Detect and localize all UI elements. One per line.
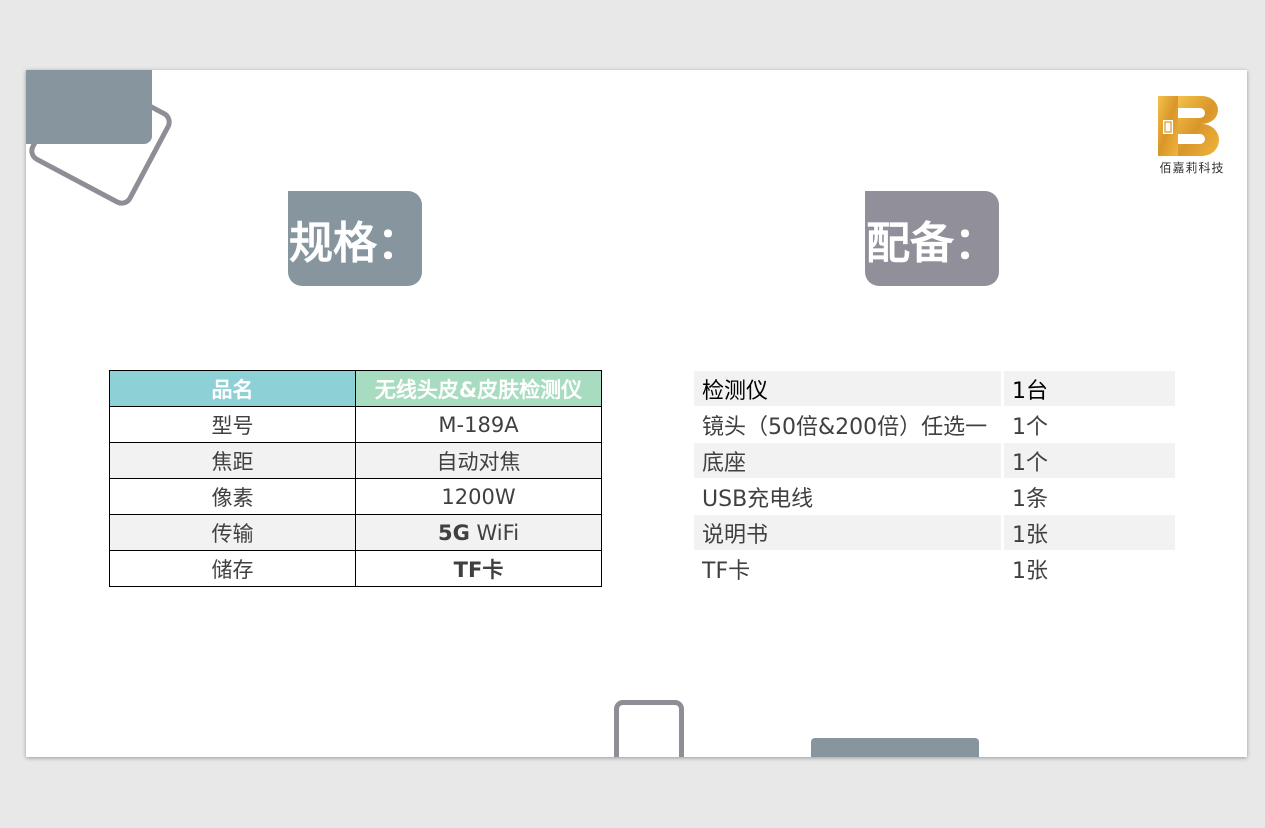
table-row: 说明书 1张 <box>694 515 1175 550</box>
accessory-qty: 1台 <box>1004 371 1175 406</box>
spec-value: 1200W <box>355 478 602 515</box>
spec-key: 型号 <box>109 406 356 443</box>
spec-key: 焦距 <box>109 442 356 479</box>
deco-bottom-bar <box>811 738 979 757</box>
deco-corner-block <box>26 70 152 144</box>
accessory-item: 说明书 <box>694 515 1001 550</box>
table-row: 储存 TF卡 <box>109 550 602 587</box>
spec-value-bold: TF卡 <box>453 557 504 582</box>
accessory-qty: 1张 <box>1004 515 1175 550</box>
accessory-item: 镜头（50倍&200倍）任选一 <box>702 414 988 440</box>
table-row: 焦距 自动对焦 <box>109 442 602 479</box>
table-row: TF卡 1张 <box>694 551 1175 586</box>
table-row: 像素 1200W <box>109 478 602 515</box>
accessories-title-text: 配备： <box>866 217 998 269</box>
spec-header-cell: 品名 <box>109 370 356 407</box>
table-row: 型号 M-189A <box>109 406 602 443</box>
spec-title-text: 规格： <box>289 217 421 269</box>
spec-value-bold: 5G <box>437 520 470 545</box>
accessory-item: 底座 <box>694 443 1001 478</box>
spec-header-cell: 无线头皮&皮肤检测仪 <box>355 370 602 407</box>
accessory-qty: 1张 <box>1012 558 1048 584</box>
accessory-item: TF卡 <box>702 558 751 584</box>
spec-value-rest: WiFi <box>469 520 520 545</box>
slide: 佰嘉莉科技 规格： 配备： 品名 无线头皮&皮肤检测仪 型号 M-189A 焦距… <box>26 70 1247 757</box>
logo-text: 佰嘉莉科技 <box>1159 161 1225 175</box>
table-row: 传输 5G WiFi <box>109 514 602 551</box>
table-row: 底座 1个 <box>694 443 1175 478</box>
accessory-item: USB充电线 <box>702 486 814 512</box>
table-row: 镜头（50倍&200倍）任选一 1个 <box>694 407 1175 442</box>
spec-value: TF卡 <box>355 550 602 587</box>
spec-key: 传输 <box>109 514 356 551</box>
table-row: 检测仪 1台 <box>694 371 1175 406</box>
accessories-table: 检测仪 1台 镜头（50倍&200倍）任选一 1个 底座 1个 USB充电线 1… <box>691 370 1178 587</box>
spec-value: 5G WiFi <box>355 514 602 551</box>
accessory-qty: 1个 <box>1004 443 1175 478</box>
deco-bottom-square <box>614 700 684 757</box>
accessories-title: 配备： <box>865 191 999 286</box>
accessory-item: 检测仪 <box>694 371 1001 406</box>
accessory-qty: 1个 <box>1012 414 1048 440</box>
spec-title: 规格： <box>288 191 422 286</box>
spec-key: 像素 <box>109 478 356 515</box>
accessory-qty: 1条 <box>1012 486 1048 512</box>
table-row: USB充电线 1条 <box>694 479 1175 514</box>
spec-table: 品名 无线头皮&皮肤检测仪 型号 M-189A 焦距 自动对焦 像素 1200W… <box>109 370 602 587</box>
spec-header-row: 品名 无线头皮&皮肤检测仪 <box>109 370 602 407</box>
spec-value: M-189A <box>355 406 602 443</box>
spec-key: 储存 <box>109 550 356 587</box>
spec-value: 自动对焦 <box>355 442 602 479</box>
